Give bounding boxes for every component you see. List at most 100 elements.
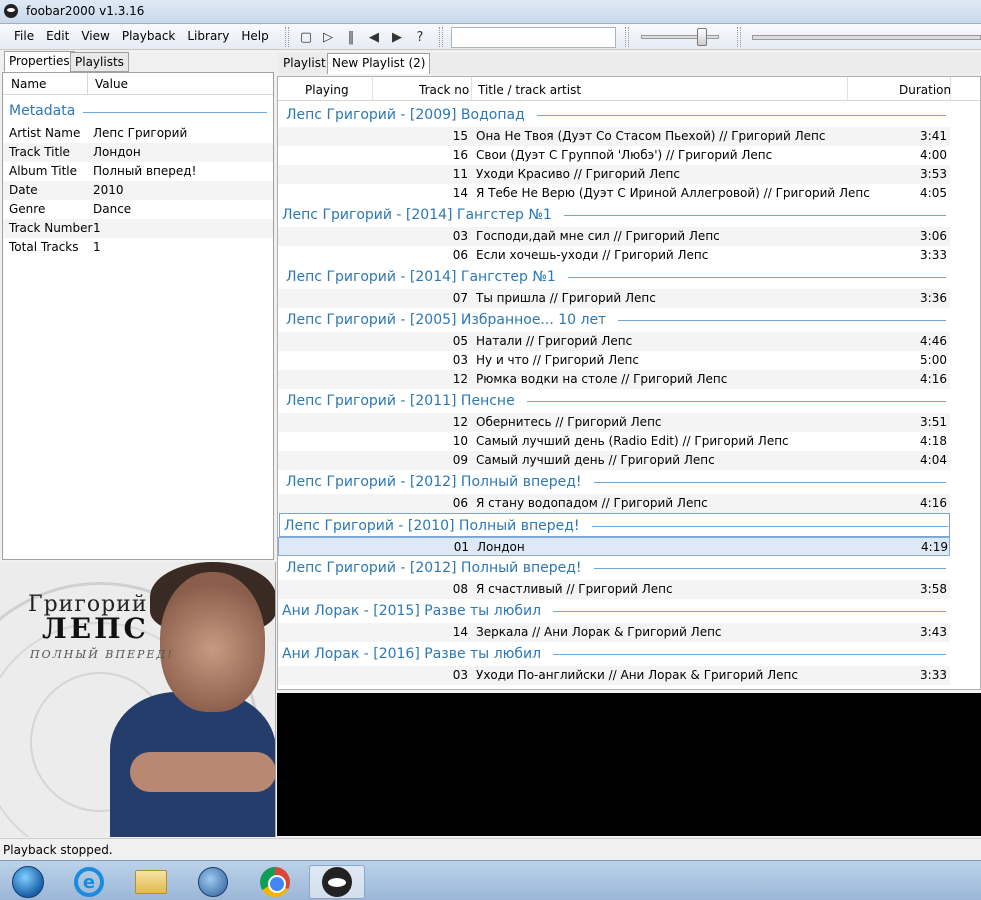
playlist-group-header[interactable]: Лепс Григорий - [2011] Пенсне (278, 389, 980, 413)
track-title: Самый лучший день // Григорий Лепс (476, 453, 715, 467)
album-art-artist-last-name: ЛЕПС (42, 612, 149, 645)
tab-playlists[interactable]: Playlists (70, 52, 129, 72)
volume-slider-track[interactable] (641, 35, 719, 39)
playlist-track-row[interactable]: 12 Обернитесь // Григорий Лепс 3:51 (278, 413, 950, 432)
playlist-track-row[interactable]: 03 Уходи По-английски // Ани Лорак & Григ… (278, 666, 950, 685)
playlist-view[interactable]: Playing Track no Title / track artist Du… (277, 76, 981, 690)
menu-file[interactable]: File (8, 24, 40, 50)
foobar2000-icon (322, 867, 352, 897)
playlist-track-row[interactable]: 16 Свои (Дуэт С Группой 'Любэ') // Григор… (278, 146, 950, 165)
taskbar-thunderbird[interactable] (185, 865, 241, 899)
track-title: Уходи Красиво // Григорий Лепс (476, 167, 680, 181)
property-row[interactable]: Genre Dance (3, 200, 273, 219)
menu-edit[interactable]: Edit (40, 24, 75, 50)
playlist-track-row[interactable]: 14 Я Тебе Не Верю (Дуэт С Ириной Аллегров… (278, 184, 950, 203)
taskbar-chrome[interactable] (247, 865, 303, 899)
playlist-track-row[interactable]: 11 Уходи Красиво // Григорий Лепс 3:53 (278, 165, 950, 184)
column-track-no[interactable]: Track no (419, 83, 469, 97)
property-row[interactable]: Album Title Полный вперед! (3, 162, 273, 181)
playlist-track-row[interactable]: 08 Я счастливый // Григорий Лепс 3:58 (278, 580, 950, 599)
column-name[interactable]: Name (11, 77, 46, 91)
next-icon[interactable]: ▶ (388, 28, 406, 46)
track-duration: 5:00 (920, 353, 947, 367)
property-key: Track Number (9, 221, 93, 235)
playlist-group-header[interactable]: Лепс Григорий - [2014] Гангстер №1 (278, 203, 980, 227)
track-number: 16 (452, 148, 468, 162)
playlist-track-row[interactable]: 01 Лондон 4:19 (278, 537, 950, 556)
menu-view[interactable]: View (75, 24, 115, 50)
track-title: Рюмка водки на столе // Григорий Лепс (476, 372, 728, 386)
playlist-track-row[interactable]: 14 Зеркала // Ани Лорак & Григорий Лепс 3:… (278, 623, 950, 642)
tab-current-playlist[interactable]: New Playlist (2) (327, 53, 431, 74)
track-number: 11 (452, 167, 468, 181)
play-icon[interactable]: ▷ (319, 28, 337, 46)
playlist-group-header[interactable]: Ани Лорак - [2015] Разве ты любил (278, 599, 980, 623)
property-row[interactable]: Track Title Лондон (3, 143, 273, 162)
property-row[interactable]: Track Number 1 (3, 219, 273, 238)
artist-photo-head (160, 572, 265, 712)
visualization-panel (277, 693, 981, 836)
property-row[interactable]: Artist Name Лепс Григорий (3, 124, 273, 143)
column-duration[interactable]: Duration (899, 83, 951, 97)
playlist-track-row[interactable]: 03 Ну и что // Григорий Лепс 5:00 (278, 351, 950, 370)
track-duration: 4:16 (920, 372, 947, 386)
playlist-track-row[interactable]: 05 Натали // Григорий Лепс 4:46 (278, 332, 950, 351)
column-title-artist[interactable]: Title / track artist (478, 83, 581, 97)
previous-icon[interactable]: ◀ (365, 28, 383, 46)
playlist-track-row[interactable]: 03 Господи,дай мне сил // Григорий Лепс 3:… (278, 227, 950, 246)
group-divider-line (537, 115, 946, 116)
taskbar-foobar2000[interactable] (309, 865, 365, 899)
playlist-track-row[interactable]: 07 Ты пришла // Григорий Лепс 3:36 (278, 289, 950, 308)
start-button[interactable] (0, 865, 56, 899)
menu-help[interactable]: Help (235, 24, 274, 50)
tab-properties[interactable]: Properties (4, 51, 75, 72)
track-number: 05 (452, 334, 468, 348)
playlist-group-header[interactable]: Ани Лорак - [2016] Разве ты любил (278, 642, 980, 666)
search-input[interactable] (451, 27, 616, 48)
track-number: 03 (452, 668, 468, 682)
group-title: Ани Лорак - [2015] Разве ты любил (282, 603, 542, 619)
property-row[interactable]: Date 2010 (3, 181, 273, 200)
menu-toolbar-bar: File Edit View Playback Library Help ▢ ▷… (0, 24, 981, 50)
pause-icon[interactable]: ‖ (342, 28, 360, 46)
metadata-group-title: Metadata (9, 103, 76, 119)
track-title: Лондон (477, 540, 525, 554)
album-art-album-title: ПОЛНЫЙ ВПЕРЕД! (30, 648, 174, 661)
playlist-track-row[interactable]: 10 Самый лучший день (Radio Edit) // Григ… (278, 432, 950, 451)
menu-library[interactable]: Library (181, 24, 235, 50)
playlist-group-header[interactable]: Лепс Григорий - [2005] Избранное... 10 л… (278, 308, 980, 332)
playlist-group-header[interactable]: Лепс Григорий - [2012] Полный вперед! (278, 556, 980, 580)
track-number: 03 (452, 229, 468, 243)
group-divider-line (594, 482, 946, 483)
playlist-track-row[interactable]: 06 Я стану водопадом // Григорий Лепс 4:16 (278, 494, 950, 513)
random-icon[interactable]: ? (411, 28, 429, 46)
playlist-group-header[interactable]: Лепс Григорий - [2010] Полный вперед! (279, 513, 950, 537)
track-duration: 4:05 (920, 186, 947, 200)
stop-icon[interactable]: ▢ (297, 28, 315, 46)
playlist-group-header[interactable]: Лепс Григорий - [2014] Гангстер №1 (278, 265, 980, 289)
track-number: 07 (452, 291, 468, 305)
group-divider-line (553, 654, 946, 655)
playlist-group-header[interactable]: Лепс Григорий - [2009] Водопад (278, 103, 980, 127)
playlist-group-header[interactable]: Лепс Григорий - [2012] Полный вперед! (278, 470, 980, 494)
volume-slider-knob[interactable] (697, 28, 707, 46)
property-key: Total Tracks (9, 240, 79, 254)
track-number: 01 (453, 540, 469, 554)
menu-playback[interactable]: Playback (116, 24, 182, 50)
property-row[interactable]: Total Tracks 1 (3, 238, 273, 257)
playlist-track-row[interactable]: 06 Если хочешь-уходи // Григорий Лепс 3:33 (278, 246, 950, 265)
column-value[interactable]: Value (95, 77, 128, 91)
playlist-track-row[interactable]: 15 Она Не Твоя (Дуэт Со Стасом Пьехой) //… (278, 127, 950, 146)
status-bar: Playback stopped. (0, 838, 981, 860)
group-title: Лепс Григорий - [2005] Избранное... 10 л… (286, 312, 607, 328)
track-duration: 4:00 (920, 148, 947, 162)
seek-bar[interactable] (752, 35, 981, 40)
column-divider (950, 77, 951, 101)
album-art: Григорий ЛЕПС ПОЛНЫЙ ВПЕРЕД! (0, 562, 276, 837)
track-number: 06 (452, 248, 468, 262)
taskbar-explorer[interactable] (123, 865, 179, 899)
playlist-track-row[interactable]: 12 Рюмка водки на столе // Григорий Лепс 4… (278, 370, 950, 389)
taskbar-ie[interactable]: e (61, 865, 117, 899)
playlist-track-row[interactable]: 09 Самый лучший день // Григорий Лепс 4:04 (278, 451, 950, 470)
column-playing[interactable]: Playing (305, 83, 349, 97)
